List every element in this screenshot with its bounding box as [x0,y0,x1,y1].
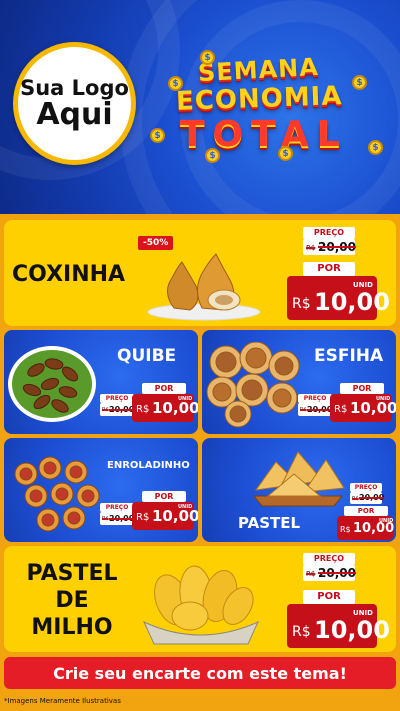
pastel-milho-panel: PASTEL DE MILHO PREÇO R$ 20,00 POR R$ 10… [4,546,396,652]
preco-label: PREÇO [298,394,332,403]
quibe-panel: QUIBE PREÇO R$ 20,00 POR R$ 10,00 UNID [4,330,198,434]
product-name: ESFIHA [314,346,384,366]
unit-label: UNID [376,396,391,402]
price-box: R$ 10,00 UNID [337,516,394,540]
coxinha-panel: COXINHA -50% PREÇO R$ 20,00 POR R$ 10,00… [4,220,396,326]
esfiha-panel: ESFIHA PREÇO R$ 20,00 POR R$ 10,00 UNID [202,330,396,434]
old-price: R$ 20,00 [100,403,134,416]
price-value: 10,00 [314,616,390,644]
coin-icon: $ [168,76,183,91]
title-economia: ECONOMIA [175,81,343,117]
unit-label: UNID [353,281,373,289]
product-name-line1: PASTEL [26,561,118,586]
coin-icon: $ [150,128,165,143]
coin-icon: $ [368,140,383,155]
old-price: R$ 20,00 [298,403,332,416]
header-banner: Sua Logo Aqui SEMANA ECONOMIA TOTAL $ $ … [0,0,400,214]
enroladinho-image [14,456,100,532]
unit-label: UNID [379,518,394,524]
preco-label: PREÇO [350,483,382,492]
por-label: POR [142,383,186,394]
por-label: POR [303,590,355,604]
coin-icon: $ [200,50,215,65]
price-box: R$ 10,00 UNID [287,276,390,320]
por-label: POR [142,491,186,502]
cta-button[interactable]: Crie seu encarte com este tema! [4,657,396,689]
logo-line1: Sua Logo [20,75,129,100]
old-price-value: 20,00 [109,405,135,414]
coin-icon: $ [352,75,367,90]
product-name: COXINHA [12,262,126,287]
pastel-milho-image [142,565,260,645]
product-name-line3: MILHO [31,615,113,640]
logo-placeholder: Sua Logo Aqui [13,42,136,165]
old-price-value: 20,00 [318,240,356,254]
pastel-panel: PASTEL PREÇO R$ 20,00 POR R$ 10,00 UNID [202,438,396,542]
enroladinho-panel: ENROLADINHO PREÇO R$ 20,00 POR R$ 10,00 … [4,438,198,542]
old-price-value: 20,00 [359,493,385,502]
coin-icon: $ [278,146,293,161]
old-currency: R$ [300,407,307,413]
old-currency: R$ [306,244,316,252]
preco-label: PREÇO [100,503,134,512]
currency: R$ [136,512,150,523]
currency: R$ [136,404,150,415]
por-label: POR [303,262,355,276]
logo-line2: Aqui [36,96,113,132]
price-box: R$ 10,00 UNID [132,502,198,530]
currency: R$ [292,624,311,640]
pastel-image [252,451,345,507]
por-label: POR [340,383,384,394]
product-name: ENROLADINHO [107,460,190,471]
preco-label: PREÇO [303,227,355,239]
old-price: R$ 20,00 [303,565,356,581]
old-currency: R$ [102,516,109,522]
unit-label: UNID [353,609,373,617]
coxinha-image [147,253,261,321]
old-currency: R$ [352,496,359,502]
footnote: *Imagens Meramente Ilustrativas [4,697,121,705]
old-price-value: 20,00 [109,514,135,523]
coin-icon: $ [205,148,220,163]
old-price: R$ 20,00 [100,512,134,525]
old-currency: R$ [306,570,316,578]
unit-label: UNID [178,396,193,402]
old-currency: R$ [102,407,109,413]
old-price: R$ 20,00 [350,492,385,504]
esfiha-image [206,342,300,428]
price-box: R$ 10,00 UNID [330,394,396,422]
por-label: POR [344,506,388,516]
quibe-image [8,346,96,422]
preco-label: PREÇO [100,394,134,403]
currency: R$ [340,525,351,534]
price-value: 10,00 [314,288,390,316]
currency: R$ [334,404,348,415]
title-total: TOTAL [180,114,348,155]
product-name: QUIBE [117,346,177,366]
product-name: PASTEL [238,514,301,532]
product-name-line2: DE [55,588,89,613]
old-price-value: 20,00 [318,566,356,580]
old-price: R$ 20,00 [303,239,356,255]
product-name: PASTEL DE MILHO [24,560,120,641]
price-box: R$ 10,00 UNID [287,604,390,648]
currency: R$ [292,296,311,312]
price-box: R$ 10,00 UNID [132,394,198,422]
unit-label: UNID [178,504,193,510]
flyer: Sua Logo Aqui SEMANA ECONOMIA TOTAL $ $ … [0,0,400,711]
old-price-value: 20,00 [307,405,333,414]
preco-label: PREÇO [303,553,355,565]
